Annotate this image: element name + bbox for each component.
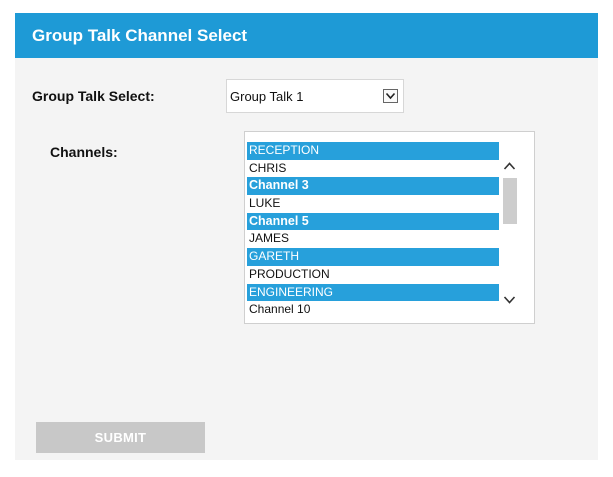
- channel-select-panel: Group Talk Channel Select Group Talk Sel…: [15, 13, 598, 460]
- list-item[interactable]: PRODUCTION: [247, 266, 499, 284]
- channels-list: RECEPTION CHRIS Channel 3 LUKE Channel 5 JAME…: [247, 142, 499, 319]
- channels-listbox[interactable]: RECEPTION CHRIS Channel 3 LUKE Channel 5 JAME…: [244, 131, 535, 324]
- list-item[interactable]: Channel 10: [247, 301, 499, 319]
- list-item[interactable]: JAMES: [247, 230, 499, 248]
- list-item[interactable]: RECEPTION: [247, 142, 499, 160]
- list-item[interactable]: CHRIS: [247, 160, 499, 178]
- list-item[interactable]: GARETH: [247, 248, 499, 266]
- chevron-down-icon[interactable]: [383, 89, 398, 103]
- list-item[interactable]: Channel 3: [247, 177, 499, 196]
- group-talk-select[interactable]: Group Talk 1: [226, 79, 404, 113]
- channels-label: Channels:: [50, 144, 118, 160]
- submit-button[interactable]: SUBMIT: [36, 422, 205, 453]
- list-item[interactable]: ENGINEERING: [247, 283, 499, 302]
- group-talk-select-label: Group Talk Select:: [32, 88, 155, 104]
- list-item[interactable]: Channel 5: [247, 212, 499, 231]
- page-title: Group Talk Channel Select: [15, 13, 598, 58]
- scroll-up-icon[interactable]: [501, 158, 518, 175]
- list-item[interactable]: LUKE: [247, 195, 499, 213]
- scroll-down-icon[interactable]: [501, 291, 518, 308]
- scrollbar[interactable]: [501, 158, 518, 318]
- scrollbar-thumb[interactable]: [503, 178, 517, 224]
- group-talk-select-value: Group Talk 1: [230, 89, 304, 104]
